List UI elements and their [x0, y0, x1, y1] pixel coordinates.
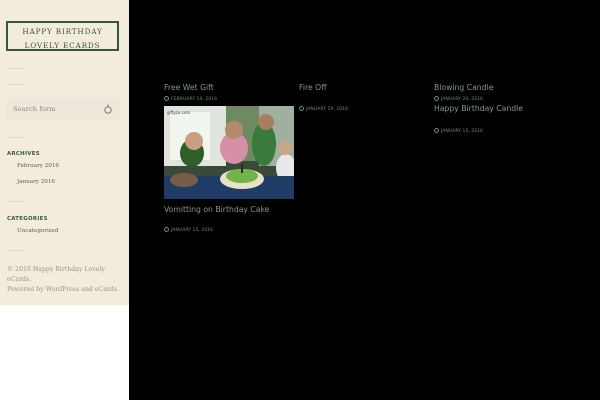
post-date: JANUARY 15, 2016	[164, 226, 213, 233]
search-icon[interactable]	[102, 103, 114, 115]
post-thumbnail-image[interactable]: giftyze.com	[164, 106, 294, 199]
post-date: JANUARY 15, 2016	[434, 127, 483, 134]
clock-icon	[434, 127, 439, 133]
post-title-fire-off[interactable]: Fire Off	[299, 83, 327, 92]
archive-link-february-2016[interactable]: February 2016	[17, 163, 59, 169]
sidebar-bottom-area	[0, 305, 129, 400]
powered-by-text: Powered by WordPress and eCards.	[7, 286, 119, 293]
clock-icon	[164, 95, 169, 101]
search-form	[6, 98, 120, 120]
post-title-happy-birthday-candle[interactable]: Happy Birthday Candle	[434, 104, 523, 113]
post-title-free-wet-gift[interactable]: Free Wet Gift	[164, 83, 214, 92]
post-date: JANUARY 29, 2016	[299, 105, 348, 112]
post-title-vomitting-on-birthday-cake[interactable]: Vomitting on Birthday Cake	[164, 205, 269, 214]
clock-icon	[164, 226, 169, 232]
divider	[6, 137, 26, 138]
site-logo[interactable]: HAPPY BIRTHDAY LOVELY ECARDS	[6, 21, 119, 51]
divider	[6, 68, 26, 69]
site-title-line2: LOVELY ECARDS	[24, 41, 101, 50]
post-title-blowing-candle[interactable]: Blowing Candle	[434, 83, 493, 92]
search-input[interactable]	[6, 98, 108, 120]
copyright-text: © 2016 Happy Birthday Lovely eCards.	[7, 266, 105, 283]
sidebar: HAPPY BIRTHDAY LOVELY ECARDS ARCHIVES Fe…	[0, 0, 129, 305]
archive-link-january-2016[interactable]: January 2016	[17, 179, 55, 185]
divider	[6, 201, 26, 202]
post-date: JANUARY 20, 2016	[434, 95, 483, 102]
post-date: FEBRUARY 14, 2016	[164, 95, 217, 102]
footer-credits: © 2016 Happy Birthday Lovely eCards. Pow…	[7, 265, 125, 295]
site-title-line1: HAPPY BIRTHDAY	[22, 27, 103, 36]
archives-heading: ARCHIVES	[7, 151, 40, 157]
divider	[6, 84, 26, 85]
clock-icon	[434, 95, 439, 101]
divider	[6, 250, 26, 251]
thumbnail-watermark: giftyze.com	[167, 110, 190, 115]
category-link-uncategorized[interactable]: Uncategorized	[17, 228, 59, 234]
clock-icon	[299, 105, 304, 111]
categories-heading: CATEGORIES	[7, 216, 48, 222]
